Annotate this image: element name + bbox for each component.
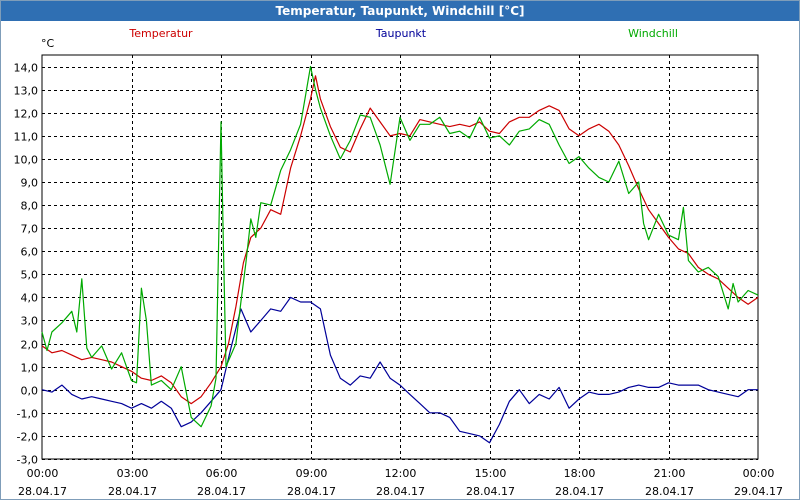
x-tick-time-label: 15:00: [475, 467, 507, 480]
x-tick-date-label: 28.04.17: [108, 485, 157, 498]
x-tick-date-label: 28.04.17: [466, 485, 515, 498]
y-tick-label: 4,0: [21, 292, 39, 305]
y-tick-label: 14,0: [14, 62, 39, 75]
x-tick-time-label: 12:00: [385, 467, 417, 480]
y-tick-label: 13,0: [14, 85, 39, 98]
x-tick-time-label: 06:00: [206, 467, 238, 480]
y-tick-label: 9,0: [21, 177, 39, 190]
x-tick-time-label: 18:00: [564, 467, 596, 480]
y-tick-label: 6,0: [21, 246, 39, 259]
grid-lines: [42, 55, 758, 460]
window-title: Temperatur, Taupunkt, Windchill [°C]: [1, 1, 799, 21]
x-tick-date-label: 28.04.17: [376, 485, 425, 498]
y-tick-label: 7,0: [21, 223, 39, 236]
y-tick-label: 2,0: [21, 339, 39, 352]
x-tick-date-label: 29.04.17: [734, 485, 783, 498]
legend-windchill: Windchill: [628, 27, 678, 40]
y-axis-label: °C: [41, 37, 55, 50]
y-tick-label: -2,0: [17, 431, 38, 444]
x-tick-time-label: 09:00: [296, 467, 328, 480]
x-tick-time-label: 00:00: [27, 467, 59, 480]
y-tick-label: 10,0: [14, 154, 39, 167]
legend-temperatur: Temperatur: [128, 27, 193, 40]
y-tick-label: 11,0: [14, 131, 39, 144]
chart-plot: °C Temperatur Taupunkt Windchill 14,0 13,…: [14, 27, 783, 498]
x-tick-date-label: 28.04.17: [18, 485, 67, 498]
y-tick-label: -1,0: [17, 408, 38, 421]
axes: 14,0 13,0 12,0 11,0 10,0 9,0 8,0 7,0 6,0 5,0 4,0 3,…: [14, 54, 783, 498]
y-tick-label: 8,0: [21, 200, 39, 213]
x-tick-date-label: 28.04.17: [197, 485, 246, 498]
x-tick-date-label: 28.04.17: [645, 485, 694, 498]
y-tick-label: -3,0: [17, 454, 38, 467]
x-tick-date-label: 28.04.17: [555, 485, 604, 498]
x-tick-time-label: 03:00: [117, 467, 149, 480]
chart-window: Temperatur, Taupunkt, Windchill [°C] °C …: [0, 0, 800, 500]
y-tick-label: 3,0: [21, 315, 39, 328]
y-tick-label: 12,0: [14, 108, 39, 121]
y-tick-label: 1,0: [21, 362, 39, 375]
x-tick-time-label: 21:00: [654, 467, 686, 480]
y-tick-label: 0,0: [21, 385, 39, 398]
series-line-windchill: [41, 65, 759, 428]
y-tick-label: 5,0: [21, 269, 39, 282]
x-tick-time-label: 00:00: [743, 467, 775, 480]
x-tick-date-label: 28.04.17: [287, 485, 336, 498]
legend-taupunkt: Taupunkt: [375, 27, 427, 40]
